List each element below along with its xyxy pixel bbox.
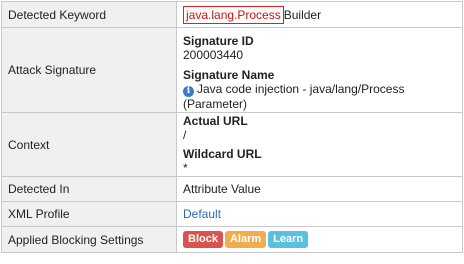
wildcard-url-value: *: [183, 161, 188, 175]
attack-signature-label: Attack Signature: [1, 27, 177, 113]
xml-profile-label: XML Profile: [1, 201, 177, 227]
xml-profile-link[interactable]: Default: [183, 207, 221, 221]
blocking-settings-value: Block Alarm Learn: [176, 226, 463, 253]
actual-url-value: /: [183, 128, 187, 142]
attack-signature-value: Signature ID 200003440 Signature Name iJ…: [176, 27, 463, 113]
xml-profile-row: XML Profile Default: [1, 201, 463, 227]
detected-in-label: Detected In: [1, 176, 177, 202]
alarm-badge: Alarm: [224, 231, 267, 248]
signature-id-title: Signature ID: [183, 33, 254, 48]
violation-details-table: Detected Keyword java.lang.Process Builde…: [1, 1, 463, 253]
context-label: Context: [1, 112, 177, 177]
detected-keyword-value: java.lang.Process Builder: [176, 1, 463, 28]
detected-keyword-label: Detected Keyword: [1, 1, 177, 28]
detected-in-value: Attribute Value: [176, 176, 463, 202]
blocking-settings-row: Applied Blocking Settings Block Alarm Lear…: [1, 226, 463, 253]
wildcard-url-title: Wildcard URL: [183, 147, 262, 161]
keyword-highlight: java.lang.Process: [183, 5, 284, 24]
learn-badge: Learn: [268, 231, 309, 248]
context-row: Context Actual URL / Wildcard URL *: [1, 112, 463, 177]
actual-url-title: Actual URL: [183, 114, 248, 128]
detected-keyword-row: Detected Keyword java.lang.Process Builde…: [1, 1, 463, 28]
info-icon[interactable]: i: [183, 85, 194, 97]
xml-profile-cell: Default: [176, 201, 463, 227]
context-value: Actual URL / Wildcard URL *: [176, 112, 463, 177]
signature-name-value: Java code injection - java/lang/Process …: [183, 81, 405, 111]
keyword-rest: Builder: [283, 7, 322, 22]
detected-in-row: Detected In Attribute Value: [1, 176, 463, 202]
signature-name-line: i Java code injection - java/lang/Process…: [183, 82, 456, 111]
blocking-settings-label: Applied Blocking Settings: [1, 226, 177, 253]
block-badge: Block: [183, 231, 223, 248]
signature-name-title: Signature Name: [183, 67, 275, 82]
signature-id-value: 200003440: [183, 47, 244, 62]
attack-signature-row: Attack Signature Signature ID 200003440 …: [1, 27, 463, 113]
